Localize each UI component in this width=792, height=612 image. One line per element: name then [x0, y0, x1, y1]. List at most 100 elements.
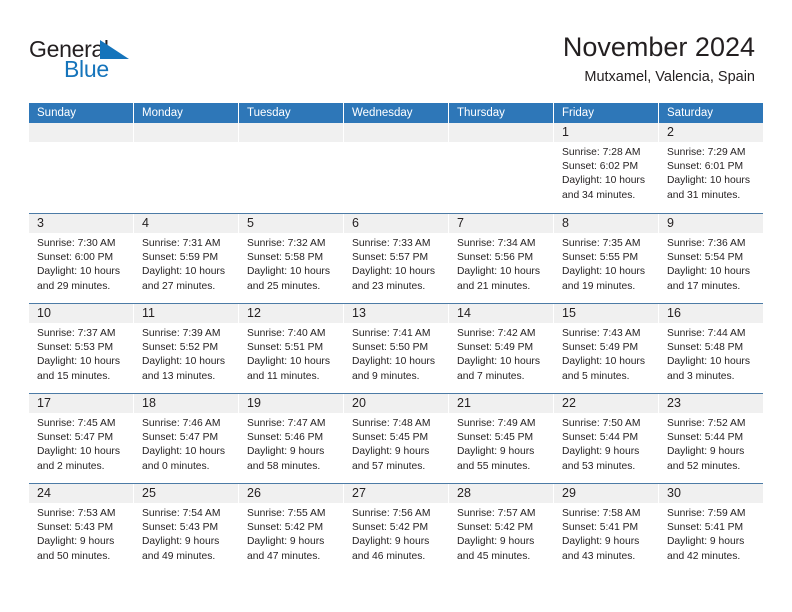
sunrise-text: Sunrise: 7:28 AM — [562, 147, 641, 158]
day-details: Sunrise: 7:59 AM Sunset: 5:41 PM Dayligh… — [659, 503, 763, 564]
day-cell[interactable]: 28 Sunrise: 7:57 AM Sunset: 5:42 PM Dayl… — [449, 484, 553, 573]
day-number — [29, 123, 133, 142]
weekday-header-monday: Monday — [134, 103, 238, 123]
calendar-grid: Sunday Monday Tuesday Wednesday Thursday… — [29, 103, 763, 573]
daylight-text-line1: Daylight: 9 hours — [142, 536, 220, 548]
day-details: Sunrise: 7:34 AM Sunset: 5:56 PM Dayligh… — [449, 233, 553, 294]
day-cell[interactable]: 8 Sunrise: 7:35 AM Sunset: 5:55 PM Dayli… — [554, 214, 658, 303]
day-cell[interactable]: 10 Sunrise: 7:37 AM Sunset: 5:53 PM Dayl… — [29, 304, 133, 393]
day-cell[interactable] — [344, 123, 448, 213]
daylight-text-line1: Daylight: 10 hours — [142, 446, 225, 458]
sunset-text: Sunset: 5:58 PM — [247, 252, 324, 264]
day-details: Sunrise: 7:58 AM Sunset: 5:41 PM Dayligh… — [554, 503, 658, 564]
day-details: Sunrise: 7:30 AM Sunset: 6:00 PM Dayligh… — [29, 233, 133, 294]
day-cell[interactable]: 6 Sunrise: 7:33 AM Sunset: 5:57 PM Dayli… — [344, 214, 448, 303]
day-cell[interactable]: 27 Sunrise: 7:56 AM Sunset: 5:42 PM Dayl… — [344, 484, 448, 573]
day-cell[interactable]: 12 Sunrise: 7:40 AM Sunset: 5:51 PM Dayl… — [239, 304, 343, 393]
sunset-text: Sunset: 5:47 PM — [37, 432, 114, 444]
sunrise-text: Sunrise: 7:55 AM — [247, 508, 326, 519]
sunset-text: Sunset: 5:44 PM — [562, 432, 639, 444]
day-cell[interactable]: 9 Sunrise: 7:36 AM Sunset: 5:54 PM Dayli… — [659, 214, 763, 303]
day-cell[interactable]: 21 Sunrise: 7:49 AM Sunset: 5:45 PM Dayl… — [449, 394, 553, 483]
day-number: 8 — [554, 214, 658, 233]
day-cell[interactable]: 20 Sunrise: 7:48 AM Sunset: 5:45 PM Dayl… — [344, 394, 448, 483]
day-cell[interactable]: 3 Sunrise: 7:30 AM Sunset: 6:00 PM Dayli… — [29, 214, 133, 303]
day-cell[interactable] — [29, 123, 133, 213]
general-blue-logo[interactable]: General Blue — [29, 36, 209, 86]
daylight-text-line2: and 19 minutes. — [562, 280, 636, 292]
sunset-text: Sunset: 5:45 PM — [352, 432, 429, 444]
weekday-header-tuesday: Tuesday — [239, 103, 343, 123]
sunset-text: Sunset: 5:46 PM — [247, 432, 324, 444]
day-cell[interactable]: 25 Sunrise: 7:54 AM Sunset: 5:43 PM Dayl… — [134, 484, 238, 573]
sunrise-text: Sunrise: 7:47 AM — [247, 418, 326, 429]
day-details: Sunrise: 7:45 AM Sunset: 5:47 PM Dayligh… — [29, 413, 133, 474]
day-number: 22 — [554, 394, 658, 413]
daylight-text-line2: and 17 minutes. — [667, 280, 741, 292]
daylight-text-line1: Daylight: 10 hours — [457, 266, 540, 278]
sunset-text: Sunset: 5:47 PM — [142, 432, 219, 444]
sunset-text: Sunset: 5:59 PM — [142, 252, 219, 264]
day-details: Sunrise: 7:43 AM Sunset: 5:49 PM Dayligh… — [554, 323, 658, 384]
sunrise-text: Sunrise: 7:59 AM — [667, 508, 746, 519]
day-cell[interactable]: 7 Sunrise: 7:34 AM Sunset: 5:56 PM Dayli… — [449, 214, 553, 303]
weekday-header-thursday: Thursday — [449, 103, 553, 123]
day-details: Sunrise: 7:57 AM Sunset: 5:42 PM Dayligh… — [449, 503, 553, 564]
day-cell[interactable]: 5 Sunrise: 7:32 AM Sunset: 5:58 PM Dayli… — [239, 214, 343, 303]
day-number — [239, 123, 343, 142]
day-cell[interactable]: 24 Sunrise: 7:53 AM Sunset: 5:43 PM Dayl… — [29, 484, 133, 573]
day-cell[interactable]: 13 Sunrise: 7:41 AM Sunset: 5:50 PM Dayl… — [344, 304, 448, 393]
day-cell[interactable]: 1 Sunrise: 7:28 AM Sunset: 6:02 PM Dayli… — [554, 123, 658, 213]
daylight-text-line2: and 13 minutes. — [142, 370, 216, 382]
day-details: Sunrise: 7:42 AM Sunset: 5:49 PM Dayligh… — [449, 323, 553, 384]
day-number — [134, 123, 238, 142]
daylight-text-line2: and 55 minutes. — [457, 460, 531, 472]
daylight-text-line1: Daylight: 9 hours — [457, 536, 535, 548]
day-number: 6 — [344, 214, 448, 233]
daylight-text-line2: and 2 minutes. — [37, 460, 105, 472]
sunrise-text: Sunrise: 7:45 AM — [37, 418, 116, 429]
sunrise-text: Sunrise: 7:57 AM — [457, 508, 536, 519]
day-cell[interactable]: 11 Sunrise: 7:39 AM Sunset: 5:52 PM Dayl… — [134, 304, 238, 393]
day-cell[interactable]: 2 Sunrise: 7:29 AM Sunset: 6:01 PM Dayli… — [659, 123, 763, 213]
day-cell[interactable]: 29 Sunrise: 7:58 AM Sunset: 5:41 PM Dayl… — [554, 484, 658, 573]
day-details: Sunrise: 7:53 AM Sunset: 5:43 PM Dayligh… — [29, 503, 133, 564]
sunset-text: Sunset: 5:42 PM — [457, 522, 534, 534]
day-details: Sunrise: 7:52 AM Sunset: 5:44 PM Dayligh… — [659, 413, 763, 474]
day-cell[interactable]: 22 Sunrise: 7:50 AM Sunset: 5:44 PM Dayl… — [554, 394, 658, 483]
day-cell[interactable] — [449, 123, 553, 213]
day-cell[interactable]: 26 Sunrise: 7:55 AM Sunset: 5:42 PM Dayl… — [239, 484, 343, 573]
day-details: Sunrise: 7:31 AM Sunset: 5:59 PM Dayligh… — [134, 233, 238, 294]
day-details: Sunrise: 7:49 AM Sunset: 5:45 PM Dayligh… — [449, 413, 553, 474]
sunrise-text: Sunrise: 7:37 AM — [37, 328, 116, 339]
day-cell[interactable]: 15 Sunrise: 7:43 AM Sunset: 5:49 PM Dayl… — [554, 304, 658, 393]
day-cell[interactable]: 23 Sunrise: 7:52 AM Sunset: 5:44 PM Dayl… — [659, 394, 763, 483]
day-cell[interactable]: 18 Sunrise: 7:46 AM Sunset: 5:47 PM Dayl… — [134, 394, 238, 483]
sunset-text: Sunset: 5:53 PM — [37, 342, 114, 354]
daylight-text-line2: and 5 minutes. — [562, 370, 630, 382]
day-cell[interactable]: 30 Sunrise: 7:59 AM Sunset: 5:41 PM Dayl… — [659, 484, 763, 573]
sunset-text: Sunset: 6:01 PM — [667, 161, 744, 173]
day-number: 19 — [239, 394, 343, 413]
day-cell[interactable] — [239, 123, 343, 213]
day-cell[interactable]: 16 Sunrise: 7:44 AM Sunset: 5:48 PM Dayl… — [659, 304, 763, 393]
page-header: General Blue November 2024 Mutxamel, Val… — [0, 0, 792, 103]
daylight-text-line1: Daylight: 9 hours — [562, 446, 640, 458]
sunset-text: Sunset: 5:48 PM — [667, 342, 744, 354]
day-cell[interactable]: 19 Sunrise: 7:47 AM Sunset: 5:46 PM Dayl… — [239, 394, 343, 483]
day-cell[interactable] — [134, 123, 238, 213]
sunset-text: Sunset: 5:41 PM — [667, 522, 744, 534]
daylight-text-line2: and 53 minutes. — [562, 460, 636, 472]
sunrise-text: Sunrise: 7:49 AM — [457, 418, 536, 429]
day-number: 21 — [449, 394, 553, 413]
day-cell[interactable]: 17 Sunrise: 7:45 AM Sunset: 5:47 PM Dayl… — [29, 394, 133, 483]
day-cell[interactable]: 4 Sunrise: 7:31 AM Sunset: 5:59 PM Dayli… — [134, 214, 238, 303]
day-cell[interactable]: 14 Sunrise: 7:42 AM Sunset: 5:49 PM Dayl… — [449, 304, 553, 393]
day-number: 9 — [659, 214, 763, 233]
daylight-text-line1: Daylight: 9 hours — [457, 446, 535, 458]
daylight-text-line2: and 45 minutes. — [457, 550, 531, 562]
daylight-text-line1: Daylight: 10 hours — [352, 266, 435, 278]
day-details: Sunrise: 7:50 AM Sunset: 5:44 PM Dayligh… — [554, 413, 658, 474]
daylight-text-line1: Daylight: 10 hours — [142, 356, 225, 368]
day-number — [449, 123, 553, 142]
